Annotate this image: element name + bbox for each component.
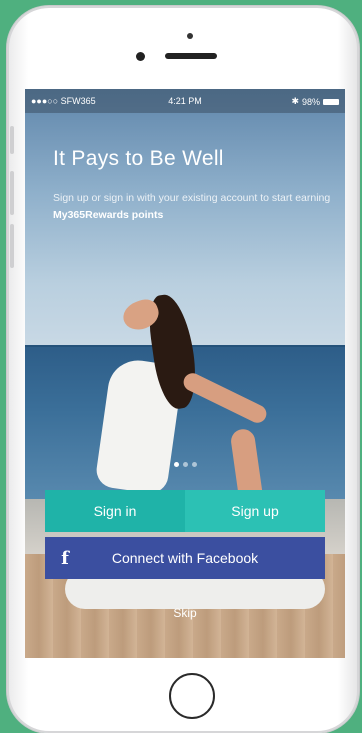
earpiece-speaker xyxy=(165,53,217,59)
phone-side-button xyxy=(10,126,14,154)
sign-in-button[interactable]: Sign in xyxy=(45,490,185,532)
connect-facebook-button[interactable]: f Connect with Facebook xyxy=(45,537,325,579)
page-dot[interactable] xyxy=(182,462,188,467)
phone-volume-up xyxy=(10,171,14,215)
page-title: It Pays to Be Well xyxy=(53,147,224,170)
phone-volume-down xyxy=(10,224,14,268)
facebook-button-label: Connect with Facebook xyxy=(111,550,259,566)
bluetooth-icon: ✱ xyxy=(291,96,299,106)
facebook-icon: f xyxy=(61,547,69,569)
status-right: ✱ 98% xyxy=(291,96,339,107)
page-dot[interactable] xyxy=(173,462,179,467)
page-dot[interactable] xyxy=(191,462,197,467)
battery-icon xyxy=(323,98,339,105)
skip-link[interactable]: Skip xyxy=(25,606,345,620)
front-camera xyxy=(136,52,145,61)
page-subtitle: Sign up or sign in with your existing ac… xyxy=(53,190,333,224)
subtitle-rewards: My365Rewards points xyxy=(53,209,164,221)
proximity-sensor xyxy=(187,33,193,39)
home-button[interactable] xyxy=(169,673,215,719)
subtitle-text: Sign up or sign in with your existing ac… xyxy=(53,192,331,204)
battery-percent: 98% xyxy=(301,96,320,107)
sign-up-button[interactable]: Sign up xyxy=(185,490,325,532)
auth-button-row: Sign in Sign up xyxy=(45,490,325,532)
status-bar: ●●●○○ SFW365 4:21 PM ✱ 98% xyxy=(25,89,345,113)
app-screen: ●●●○○ SFW365 4:21 PM ✱ 98% It Pays to Be… xyxy=(25,89,345,658)
page-indicator xyxy=(25,462,345,467)
